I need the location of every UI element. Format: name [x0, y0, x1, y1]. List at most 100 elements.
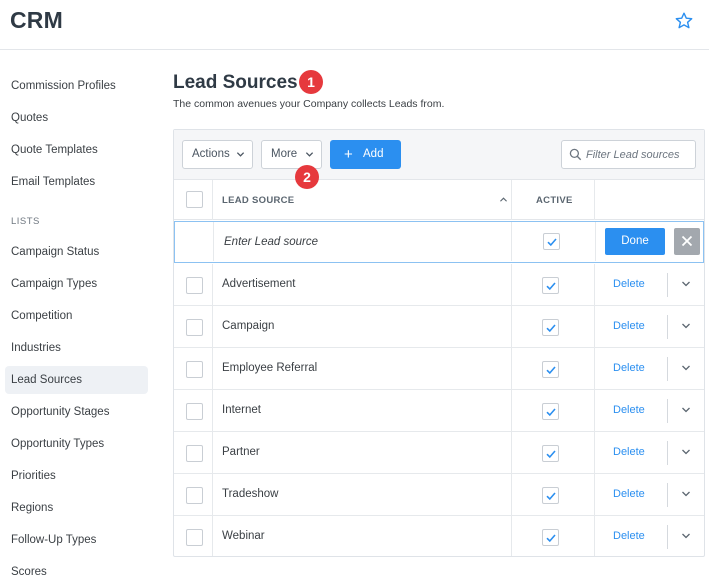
- lead-source-name[interactable]: Webinar: [222, 530, 265, 542]
- action-separator: [667, 441, 668, 465]
- column-divider: [212, 306, 213, 348]
- sidebar-item-email-templates[interactable]: Email Templates: [5, 168, 148, 196]
- active-checkbox[interactable]: [542, 487, 559, 504]
- delete-link[interactable]: Delete: [613, 320, 645, 332]
- lead-source-name[interactable]: Campaign: [222, 320, 274, 332]
- table-row: Advertisement Delete: [174, 264, 704, 306]
- lead-source-name[interactable]: Partner: [222, 446, 260, 458]
- column-divider: [594, 306, 595, 348]
- sidebar-item-competition[interactable]: Competition: [5, 302, 148, 330]
- active-checkbox[interactable]: [542, 361, 559, 378]
- delete-link[interactable]: Delete: [613, 362, 645, 374]
- done-button[interactable]: Done: [605, 228, 665, 255]
- chevron-down-icon[interactable]: [681, 406, 691, 414]
- delete-link[interactable]: Delete: [613, 446, 645, 458]
- table-row: Tradeshow Delete: [174, 474, 704, 516]
- column-divider: [212, 348, 213, 390]
- sidebar-item-follow-up-types[interactable]: Follow-Up Types: [5, 526, 148, 554]
- lead-source-name[interactable]: Employee Referral: [222, 362, 317, 374]
- row-checkbox[interactable]: [186, 445, 203, 462]
- table-row: Campaign Delete: [174, 306, 704, 348]
- action-separator: [667, 315, 668, 339]
- top-bar: CRM: [0, 0, 709, 50]
- chevron-down-icon[interactable]: [681, 280, 691, 288]
- row-checkbox[interactable]: [186, 487, 203, 504]
- sidebar-item-campaign-status[interactable]: Campaign Status: [5, 238, 148, 266]
- delete-link[interactable]: Delete: [613, 404, 645, 416]
- sidebar-item-scores[interactable]: Scores: [5, 558, 148, 582]
- cancel-button[interactable]: [674, 228, 700, 255]
- action-separator: [667, 357, 668, 381]
- lead-sources-panel: Actions More + Add 2 LEAD SOURCE ACTIVE: [173, 129, 705, 557]
- add-button[interactable]: + Add: [330, 140, 401, 169]
- active-checkbox[interactable]: [542, 403, 559, 420]
- active-checkbox[interactable]: [542, 319, 559, 336]
- column-divider: [594, 180, 595, 220]
- lead-source-name[interactable]: Advertisement: [222, 278, 296, 290]
- active-checkbox[interactable]: [542, 529, 559, 546]
- row-checkbox[interactable]: [186, 277, 203, 294]
- chevron-down-icon[interactable]: [681, 322, 691, 330]
- sidebar-item-commission-profiles[interactable]: Commission Profiles: [5, 72, 148, 100]
- delete-link[interactable]: Delete: [613, 530, 645, 542]
- delete-link[interactable]: Delete: [613, 488, 645, 500]
- table-header: LEAD SOURCE ACTIVE: [174, 180, 704, 220]
- column-divider: [594, 432, 595, 474]
- column-header-active[interactable]: ACTIVE: [536, 195, 573, 206]
- column-divider: [212, 516, 213, 556]
- sort-up-icon[interactable]: [499, 196, 508, 203]
- row-checkbox[interactable]: [186, 403, 203, 420]
- sidebar-item-industries[interactable]: Industries: [5, 334, 148, 362]
- lead-source-name[interactable]: Internet: [222, 404, 261, 416]
- lead-source-name[interactable]: Tradeshow: [222, 488, 278, 500]
- check-icon: [546, 366, 556, 375]
- row-checkbox[interactable]: [186, 529, 203, 546]
- check-icon: [546, 492, 556, 501]
- actions-dropdown[interactable]: Actions: [182, 140, 253, 169]
- column-divider: [511, 180, 512, 220]
- star-icon[interactable]: [674, 11, 694, 31]
- filter-input[interactable]: [586, 146, 692, 164]
- active-checkbox[interactable]: [542, 277, 559, 294]
- filter-box[interactable]: [561, 140, 696, 169]
- chevron-down-icon[interactable]: [681, 532, 691, 540]
- action-separator: [667, 525, 668, 549]
- row-checkbox[interactable]: [186, 319, 203, 336]
- chevron-down-icon[interactable]: [681, 364, 691, 372]
- column-divider: [594, 474, 595, 516]
- check-icon: [547, 238, 557, 247]
- column-header-lead-source[interactable]: LEAD SOURCE: [222, 195, 294, 206]
- table-row: Internet Delete: [174, 390, 704, 432]
- sidebar-item-regions[interactable]: Regions: [5, 494, 148, 522]
- check-icon: [546, 450, 556, 459]
- chevron-down-icon: [305, 152, 314, 157]
- more-label: More: [271, 148, 298, 160]
- sidebar-item-opportunity-stages[interactable]: Opportunity Stages: [5, 398, 148, 426]
- check-icon: [546, 408, 556, 417]
- column-divider: [595, 222, 596, 261]
- column-divider: [511, 264, 512, 306]
- plus-icon: +: [344, 146, 353, 163]
- column-divider: [212, 390, 213, 432]
- sidebar-item-opportunity-types[interactable]: Opportunity Types: [5, 430, 148, 458]
- search-icon: [569, 148, 582, 161]
- sidebar-item-quote-templates[interactable]: Quote Templates: [5, 136, 148, 164]
- sidebar-item-quotes[interactable]: Quotes: [5, 104, 148, 132]
- delete-link[interactable]: Delete: [613, 278, 645, 290]
- select-all-checkbox[interactable]: [186, 191, 203, 208]
- active-checkbox[interactable]: [543, 233, 560, 250]
- column-divider: [594, 516, 595, 556]
- lead-source-input[interactable]: [213, 222, 512, 261]
- sidebar-item-campaign-types[interactable]: Campaign Types: [5, 270, 148, 298]
- more-dropdown[interactable]: More: [261, 140, 322, 169]
- row-checkbox[interactable]: [186, 361, 203, 378]
- column-divider: [212, 432, 213, 474]
- sidebar-item-lead-sources[interactable]: Lead Sources: [5, 366, 148, 394]
- chevron-down-icon[interactable]: [681, 448, 691, 456]
- chevron-down-icon[interactable]: [681, 490, 691, 498]
- column-divider: [511, 474, 512, 516]
- sidebar-item-priorities[interactable]: Priorities: [5, 462, 148, 490]
- active-checkbox[interactable]: [542, 445, 559, 462]
- table-row: Partner Delete: [174, 432, 704, 474]
- add-label: Add: [363, 148, 384, 160]
